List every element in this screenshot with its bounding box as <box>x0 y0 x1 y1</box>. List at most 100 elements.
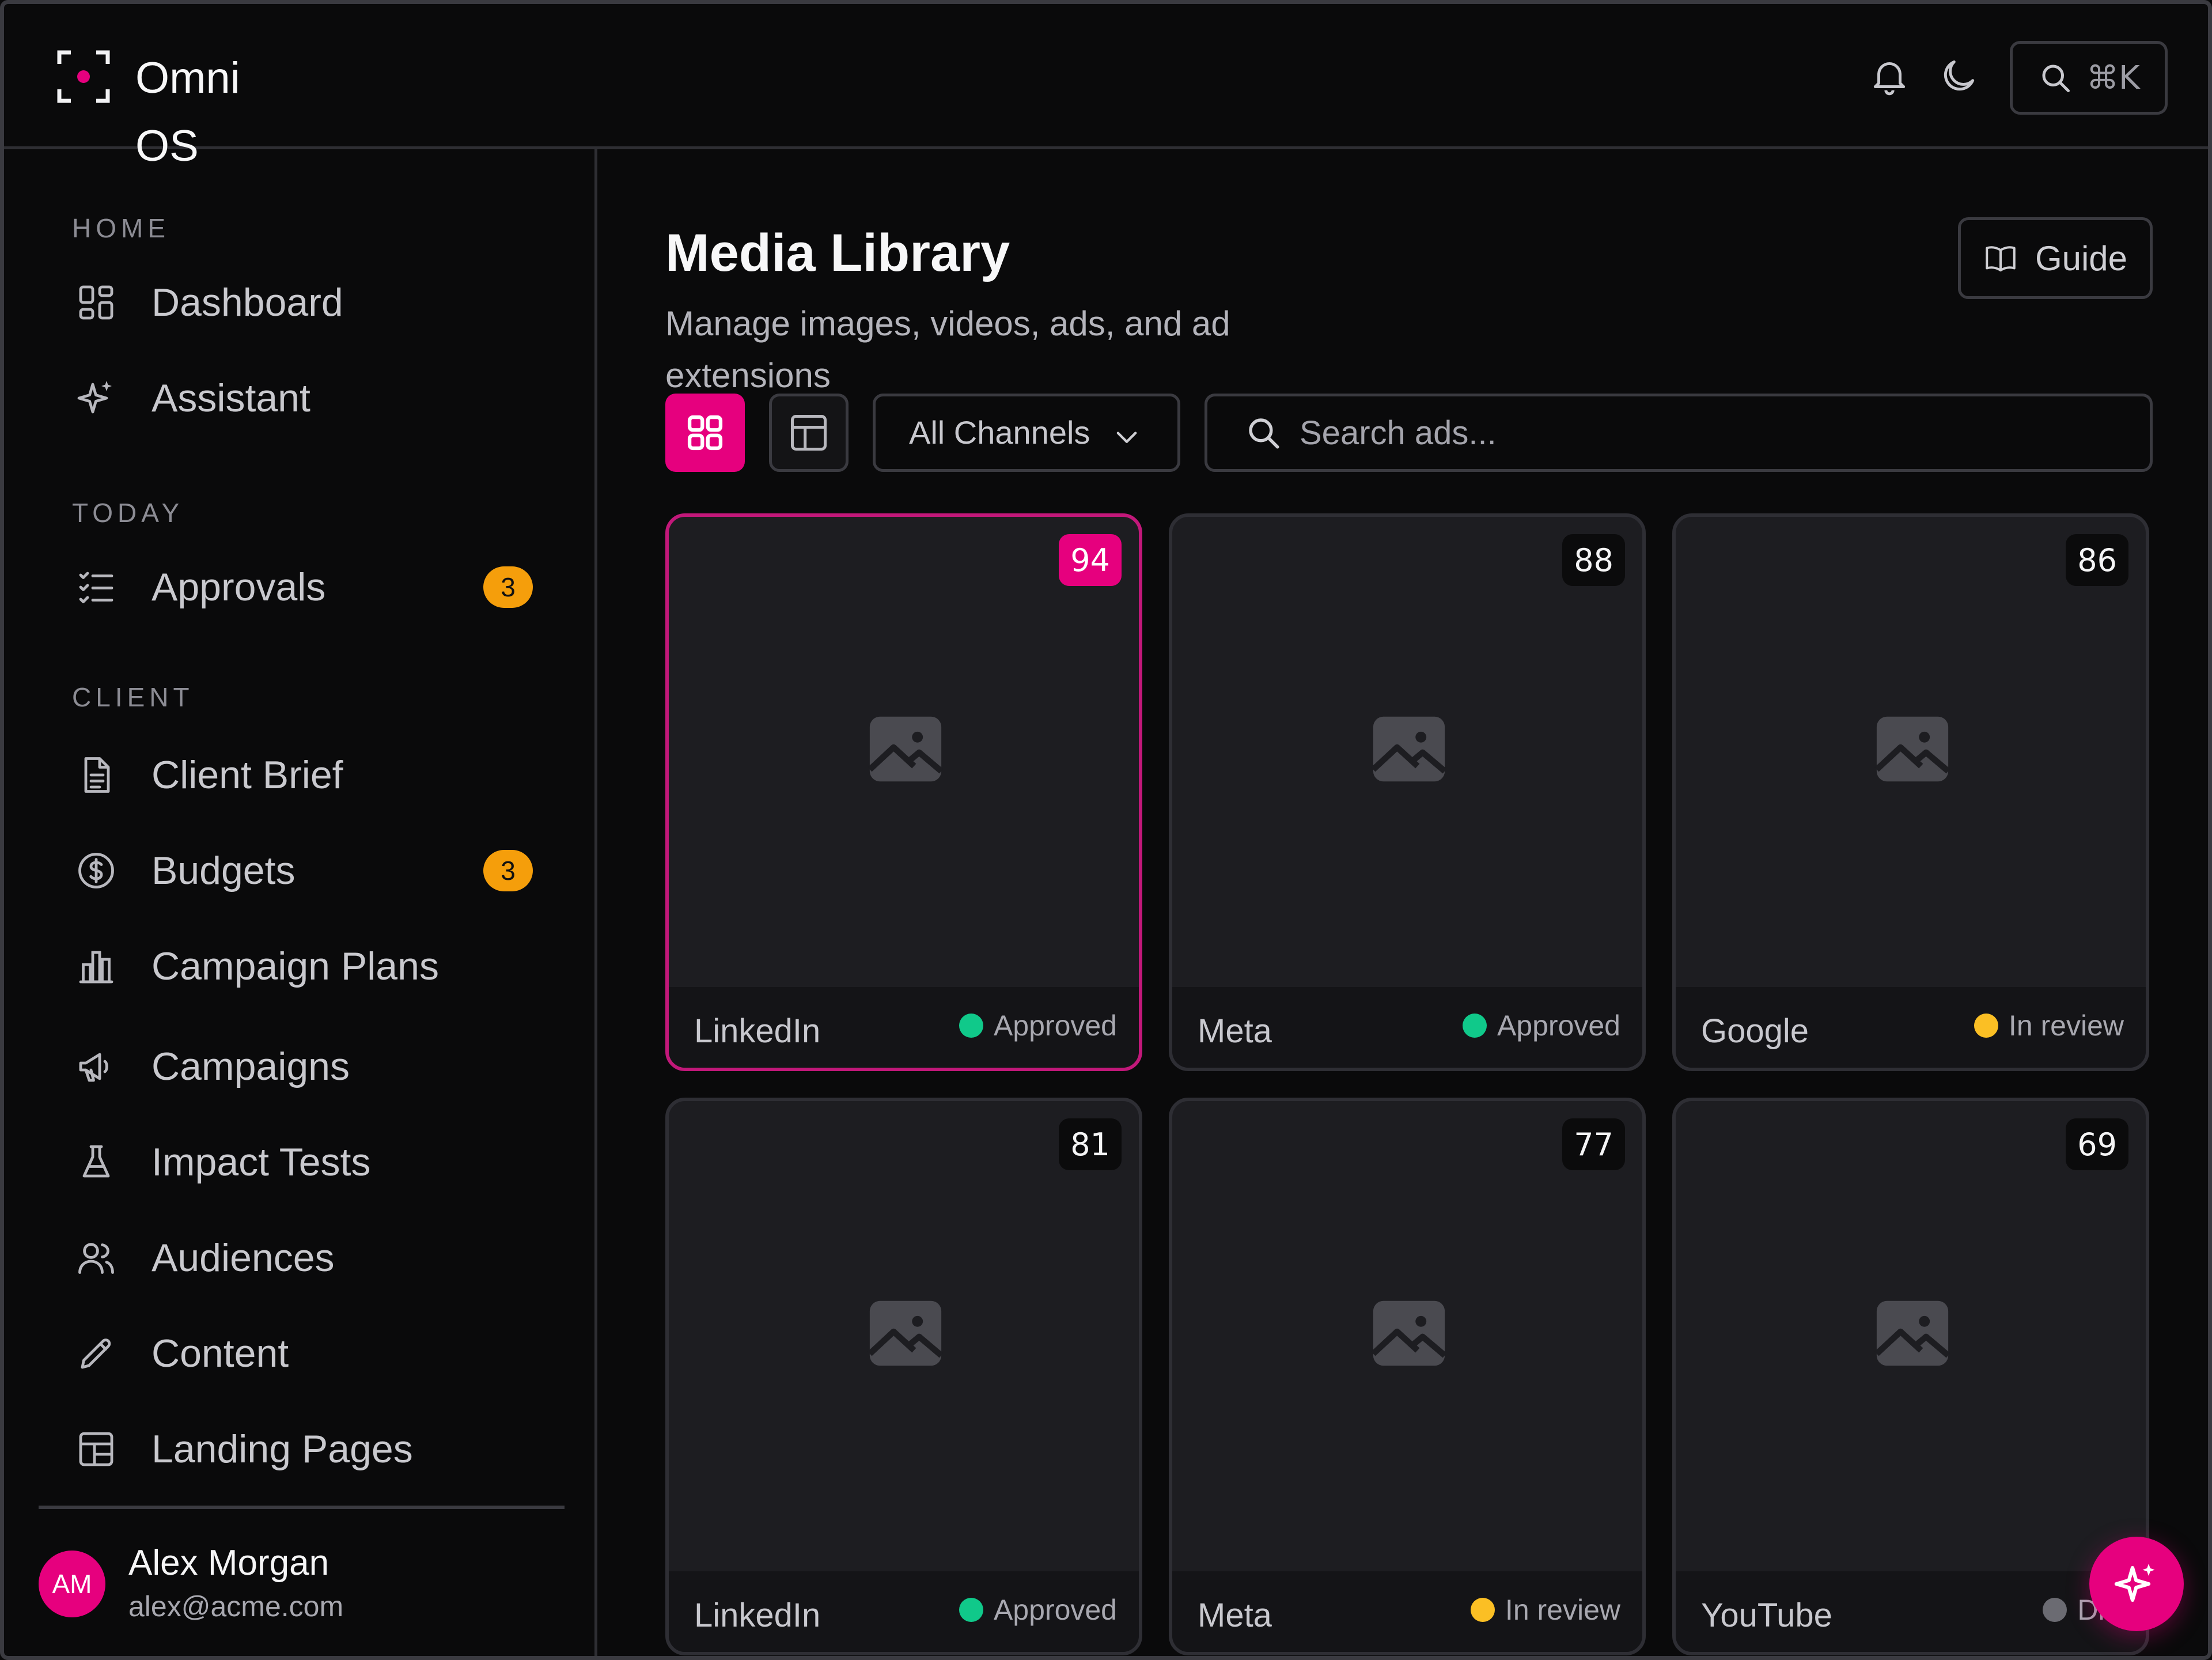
media-card[interactable]: 81 LinkedIn Approved <box>665 1098 1142 1655</box>
grid-view-button[interactable] <box>665 394 745 472</box>
status-label: In review <box>2008 1009 2124 1042</box>
logo-icon <box>57 50 110 103</box>
channel-filter-value: All Channels <box>909 414 1090 451</box>
sidebar-item-budgets[interactable]: Budgets 3 <box>72 836 533 905</box>
search-icon <box>1249 418 1279 449</box>
sidebar-item-label: Budgets <box>151 849 296 893</box>
channel-label: Meta <box>1198 1597 1272 1634</box>
sparkles-icon <box>2114 1564 2155 1602</box>
status-indicator: Approved <box>1462 1009 1620 1042</box>
status-dot <box>959 1598 983 1622</box>
user-email: alex@acme.com <box>128 1590 344 1623</box>
score-badge: 77 <box>1562 1118 1625 1170</box>
avatar[interactable]: AM <box>39 1551 105 1617</box>
card-footer: Meta Approved <box>1172 987 1642 1068</box>
search-bar <box>1205 394 2153 472</box>
dollar-icon <box>72 846 120 895</box>
table-view-button[interactable] <box>769 394 849 472</box>
status-label: Approved <box>993 1594 1117 1626</box>
status-label: In review <box>1505 1594 1620 1626</box>
user-name: Alex Morgan <box>128 1543 329 1583</box>
sidebar-item-assistant[interactable]: Assistant <box>72 364 533 433</box>
status-dot <box>1974 1014 1998 1038</box>
page-subtitle: Manage images, videos, ads, and ad exten… <box>665 304 1230 395</box>
sidebar-item-label: Approvals <box>151 565 326 609</box>
card-footer: YouTubeDra <box>1676 1571 2146 1652</box>
page-title: Media Library <box>665 224 1010 282</box>
moon-icon[interactable] <box>1937 55 1980 97</box>
status-dot <box>2043 1598 2067 1622</box>
sidebar-item-label: Content <box>151 1332 289 1375</box>
guide-label: Guide <box>2035 239 2128 278</box>
sidebar-item-campaign-plans[interactable]: Campaign Plans <box>72 932 533 1001</box>
megaphone-icon <box>72 1042 120 1091</box>
sidebar-item-label: Audiences <box>151 1236 335 1280</box>
status-indicator: In review <box>1974 1009 2124 1042</box>
command-search-button[interactable]: ⌘K <box>2010 41 2168 115</box>
section-label-home: HOME <box>72 213 170 243</box>
status-label: Approved <box>993 1009 1117 1042</box>
status-dot <box>1462 1014 1487 1038</box>
image-placeholder-icon <box>1371 716 1447 782</box>
count-badge: 3 <box>483 850 533 891</box>
sidebar-item-label: Campaigns <box>151 1045 350 1088</box>
sidebar-item-label: Landing Pages <box>151 1427 413 1471</box>
sidebar-item-audiences[interactable]: Audiences <box>72 1223 533 1292</box>
image-placeholder-icon <box>1874 1300 1950 1366</box>
assistant-fab[interactable] <box>2089 1537 2184 1631</box>
status-dot <box>959 1014 983 1038</box>
media-card[interactable]: 86 Google In review <box>1672 513 2149 1071</box>
card-footer: Google In review <box>1676 987 2146 1068</box>
channel-filter-select[interactable]: All Channels <box>873 394 1180 472</box>
document-icon <box>72 751 120 799</box>
channel-label: LinkedIn <box>694 1012 821 1050</box>
sidebar-item-landing-pages[interactable]: Landing Pages <box>72 1415 533 1484</box>
sidebar-item-label: Campaign Plans <box>151 944 439 988</box>
dashboard-icon <box>72 278 120 327</box>
sidebar-item-campaigns[interactable]: Campaigns <box>72 1032 533 1101</box>
sparkles-icon <box>72 374 120 422</box>
image-placeholder-icon <box>1371 1300 1447 1366</box>
media-card[interactable]: 69 YouTubeDra <box>1672 1098 2149 1655</box>
book-icon <box>1986 246 2016 272</box>
bell-icon[interactable] <box>1868 55 1911 97</box>
shortcut-label: ⌘K <box>2086 59 2140 97</box>
sidebar-item-label: Dashboard <box>151 281 343 324</box>
grid-icon <box>687 415 723 451</box>
score-badge: 88 <box>1562 534 1625 586</box>
top-bar: Omni OS ⌘K <box>4 4 2208 171</box>
checklist-icon <box>72 563 120 611</box>
sidebar-item-client-brief[interactable]: Client Brief <box>72 740 533 810</box>
guide-button[interactable]: Guide <box>1958 217 2153 299</box>
search-input[interactable] <box>1300 413 2106 452</box>
card-footer: LinkedIn Approved <box>669 1571 1139 1652</box>
channel-label: LinkedIn <box>694 1597 821 1634</box>
media-card[interactable]: 94 LinkedIn Approved <box>665 513 1142 1071</box>
layout-icon <box>72 1425 120 1473</box>
sidebar-item-label: Impact Tests <box>151 1140 371 1184</box>
sidebar-item-label: Client Brief <box>151 753 343 797</box>
sidebar-item-content[interactable]: Content <box>72 1319 533 1388</box>
section-label-client: CLIENT <box>72 682 194 712</box>
users-icon <box>72 1234 120 1282</box>
sidebar-item-impact-tests[interactable]: Impact Tests <box>72 1128 533 1197</box>
media-card[interactable]: 77 Meta In review <box>1169 1098 1646 1655</box>
count-badge: 3 <box>483 566 533 608</box>
status-indicator: In review <box>1470 1593 1620 1627</box>
image-placeholder-icon <box>868 716 944 782</box>
score-badge: 81 <box>1059 1118 1122 1170</box>
status-indicator: Approved <box>959 1009 1117 1042</box>
card-footer: Meta In review <box>1172 1571 1642 1652</box>
media-card[interactable]: 88 Meta Approved <box>1169 513 1646 1071</box>
channel-label: Meta <box>1198 1012 1272 1050</box>
sidebar-item-label: Assistant <box>151 376 310 420</box>
pencil-icon <box>72 1329 120 1378</box>
section-label-today: TODAY <box>72 498 184 528</box>
card-footer: LinkedIn Approved <box>669 987 1139 1068</box>
channel-label: Google <box>1701 1012 1809 1050</box>
sidebar-item-approvals[interactable]: Approvals 3 <box>72 553 533 622</box>
app-window: Omni OS ⌘K HOME Dashboard Assistant TODA… <box>0 0 2212 1660</box>
sidebar-divider <box>39 1506 565 1509</box>
sidebar: HOME Dashboard Assistant TODAY Approvals… <box>4 149 597 1656</box>
sidebar-item-dashboard[interactable]: Dashboard <box>72 268 533 337</box>
